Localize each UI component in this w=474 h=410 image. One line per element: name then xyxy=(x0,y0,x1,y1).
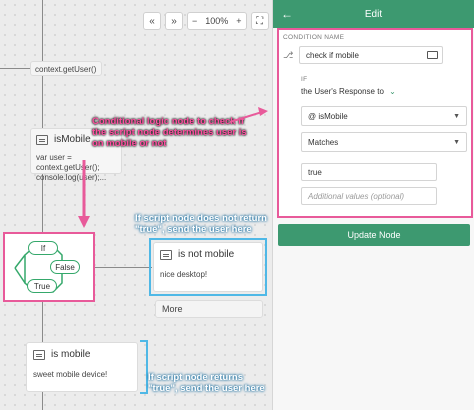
update-node-button[interactable]: Update Node xyxy=(278,224,470,246)
response-label[interactable]: the User's Response to ⌄ xyxy=(301,87,396,96)
annotation-true: If script node returns "true", send the … xyxy=(148,372,265,394)
condition-true-pill[interactable]: True xyxy=(27,279,57,293)
panel-header: ← Edit xyxy=(273,0,474,28)
response-select[interactable]: @ isMobile ▼ xyxy=(301,106,467,126)
if-label: IF xyxy=(301,76,308,83)
message-icon xyxy=(33,349,45,360)
operator-select[interactable]: Matches ▼ xyxy=(301,132,467,152)
mobile-title: is mobile xyxy=(51,349,91,360)
chevron-down-icon: ⌄ xyxy=(389,87,396,96)
not-mobile-title: is not mobile xyxy=(178,249,235,260)
arrow-left-icon[interactable]: ← xyxy=(281,7,293,21)
not-mobile-node[interactable]: is not mobile nice desktop! xyxy=(153,242,263,292)
more-button[interactable]: More xyxy=(155,300,263,318)
chevron-down-icon: ▼ xyxy=(453,112,460,120)
condition-name-input[interactable]: check if mobile xyxy=(299,46,443,64)
not-mobile-body: nice desktop! xyxy=(160,270,208,279)
more-button-label: More xyxy=(162,304,183,314)
edit-panel: ← Edit CONDITION NAME ⎇ check if mobile … xyxy=(272,0,474,410)
flow-canvas[interactable]: « » − 100% + ⛶ context.getUser() isMobil… xyxy=(0,0,272,410)
condition-if-pill[interactable]: If xyxy=(28,241,58,255)
additional-values-input[interactable]: Additional values (optional) xyxy=(301,187,437,205)
mobile-node[interactable]: is mobile sweet mobile device! xyxy=(26,342,138,392)
mobile-body: sweet mobile device! xyxy=(33,370,108,379)
condition-name-label: CONDITION NAME xyxy=(283,34,345,41)
panel-title: Edit xyxy=(364,8,383,20)
value-input[interactable]: true xyxy=(301,163,437,181)
branch-icon: ⎇ xyxy=(283,50,294,60)
mobile-highlight xyxy=(140,340,148,394)
message-icon xyxy=(160,249,172,260)
id-card-icon[interactable] xyxy=(427,51,438,59)
condition-form: CONDITION NAME ⎇ check if mobile IF the … xyxy=(277,28,473,218)
chevron-down-icon: ▼ xyxy=(453,138,460,146)
annotation-not-true: If script node does not return "true", s… xyxy=(135,213,267,235)
condition-false-pill[interactable]: False xyxy=(50,260,80,274)
